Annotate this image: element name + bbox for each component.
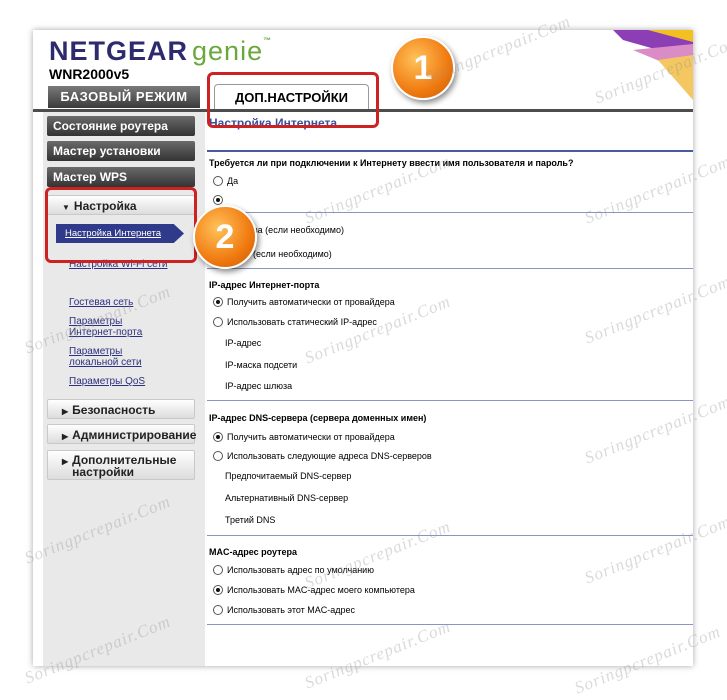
sidebar-advanced-line2: настройки xyxy=(72,465,135,479)
ip-static-option[interactable]: Использовать статический IP-адрес xyxy=(213,317,377,327)
dns-manual-label: Использовать следующие адреса DNS-сервер… xyxy=(227,451,432,461)
sidebar-administration[interactable]: ▶ Администрирование xyxy=(47,424,197,444)
sidebar-setup-wizard[interactable]: Мастер установки xyxy=(47,141,195,161)
mac-this-label: Использовать этот MAC-адрес xyxy=(227,605,356,615)
ip-static-label: Использовать статический IP-адрес xyxy=(227,317,377,327)
sidebar-advanced-settings[interactable]: ▶ Дополнительные настройки xyxy=(47,450,195,480)
product-name: genie xyxy=(192,36,264,66)
radio-icon[interactable] xyxy=(213,317,223,327)
dns-auto-option[interactable]: Получить автоматически от провайдера xyxy=(213,432,395,442)
chevron-right-icon: ▶ xyxy=(62,457,69,466)
ip-address-label: IP-адрес xyxy=(225,338,262,348)
mac-this-option[interactable]: Использовать этот MAC-адрес xyxy=(213,605,355,615)
login-no-option[interactable] xyxy=(213,195,227,205)
router-model: WNR2000v5 xyxy=(49,66,130,82)
lan-line2: локальной сети xyxy=(69,357,142,368)
radio-icon[interactable] xyxy=(213,176,223,186)
divider xyxy=(207,268,693,269)
chevron-right-icon: ▶ xyxy=(62,407,69,416)
sidebar-admin-label: Администрирование xyxy=(72,428,197,442)
ip-auto-label: Получить автоматически от провайдера xyxy=(227,297,395,307)
step-badge-2: 2 xyxy=(193,205,257,269)
highlight-box-advanced-tab xyxy=(207,72,379,128)
dns-auto-label: Получить автоматически от провайдера xyxy=(227,432,395,442)
dns-third-label: Третий DNS xyxy=(225,515,276,525)
dns-secondary-label: Альтернативный DNS-сервер xyxy=(225,493,349,503)
login-yes-label: Да xyxy=(227,176,239,186)
mac-section-title: MAC-адрес роутера xyxy=(209,547,298,557)
radio-icon[interactable] xyxy=(213,605,223,615)
ip-mask-label: IP-маска подсети xyxy=(225,360,298,370)
sidebar-item-lan[interactable]: Параметры локальной сети xyxy=(69,346,142,368)
login-yes-option[interactable]: Да xyxy=(213,176,238,186)
sidebar-security[interactable]: ▶ Безопасность xyxy=(47,399,195,419)
sidebar-item-qos[interactable]: Параметры QoS xyxy=(69,376,145,387)
radio-icon[interactable] xyxy=(213,451,223,461)
ip-section-title: IP-адрес Интернет-порта xyxy=(209,280,320,290)
trademark: ™ xyxy=(263,36,273,45)
radio-selected-icon[interactable] xyxy=(213,297,223,307)
highlight-box-setup-menu xyxy=(45,187,197,263)
divider xyxy=(207,400,693,401)
radio-selected-icon[interactable] xyxy=(213,585,223,595)
ip-auto-option[interactable]: Получить автоматически от провайдера xyxy=(213,297,395,307)
dns-manual-option[interactable]: Использовать следующие адреса DNS-сервер… xyxy=(213,451,432,461)
dns-primary-label: Предпочитаемый DNS-сервер xyxy=(225,471,352,481)
sidebar-security-label: Безопасность xyxy=(72,403,156,417)
divider xyxy=(207,150,693,152)
tab-basic-mode[interactable]: БАЗОВЫЙ РЕЖИМ xyxy=(48,86,200,108)
lan-line1: Параметры xyxy=(69,346,123,357)
sidebar-router-status[interactable]: Состояние роутера xyxy=(47,116,195,136)
netgear-genie-logo: NETGEAR genie™ xyxy=(49,36,272,67)
radio-icon[interactable] xyxy=(213,565,223,575)
account-name-label: ва (если необходимо) xyxy=(253,225,344,235)
dns-section-title: IP-адрес DNS-сервера (сервера доменных и… xyxy=(209,413,427,423)
brand-name: NETGEAR xyxy=(49,36,189,66)
radio-selected-icon[interactable] xyxy=(213,195,223,205)
domain-name-label: (если необходимо) xyxy=(253,249,332,259)
sidebar-wps-wizard[interactable]: Мастер WPS xyxy=(47,167,195,187)
ip-gateway-label: IP-адрес шлюза xyxy=(225,381,293,391)
radio-selected-icon[interactable] xyxy=(213,432,223,442)
login-question: Требуется ли при подключении к Интернету… xyxy=(209,158,574,168)
chevron-right-icon: ▶ xyxy=(62,432,69,441)
